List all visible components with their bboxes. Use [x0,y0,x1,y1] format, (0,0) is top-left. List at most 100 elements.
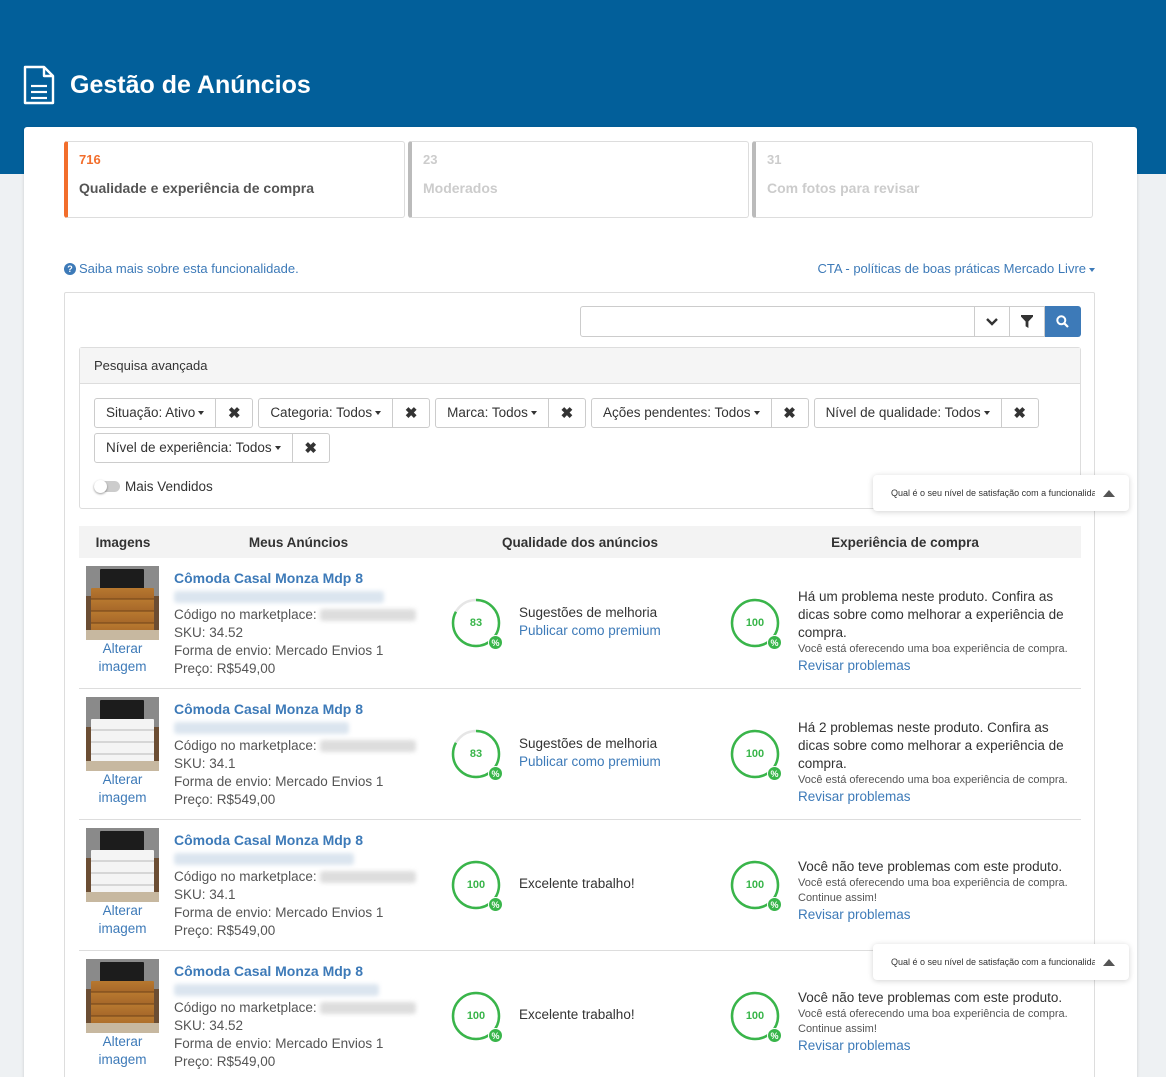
search-options-button[interactable] [975,306,1010,337]
sku: SKU: 34.1 [174,756,236,771]
col-experience: Experiência de compra [831,534,979,550]
filter-brand-dropdown[interactable]: Marca: Todos [436,399,549,427]
table-row: Alterar imagem Cômoda Casal Monza Mdp 8 … [79,558,1081,689]
satisfaction-widget[interactable]: Qual é o seu nível de satisfação com a f… [873,475,1129,511]
tab-quality-experience[interactable]: 716 Qualidade e experiência de compra [64,141,405,218]
filter-icon [1021,315,1033,328]
tab-count: 716 [79,152,101,167]
price: Preço: R$549,00 [174,1054,276,1069]
filter-experience-level-dropdown[interactable]: Nível de experiência: Todos [95,434,293,462]
filter-label: Marca: Todos [447,405,528,420]
clear-filter-icon[interactable]: ✖ [1002,399,1038,427]
filter-quality-level-dropdown[interactable]: Nível de qualidade: Todos [815,399,1002,427]
quality-title: Sugestões de melhoria [519,605,658,620]
clear-filter-icon[interactable]: ✖ [393,399,429,427]
shipping-method: Forma de envio: Mercado Envios 1 [174,774,384,789]
marketplace-code-label: Código no marketplace: [174,869,317,884]
tabs: 716 Qualidade e experiência de compra 23… [64,141,1093,218]
product-info: Cômoda Casal Monza Mdp 8 Código no marke… [174,962,417,1071]
col-listings: Meus Anúncios [248,534,349,550]
filter-status: Situação: Ativo ✖ [94,398,254,428]
filter-pending-actions: Ações pendentes: Todos ✖ [590,398,809,428]
clear-filter-icon[interactable]: ✖ [549,399,585,427]
table-row: Alterar imagem Cômoda Casal Monza Mdp 8 … [79,689,1081,820]
percent-badge-icon: % [488,1028,503,1043]
product-title-link[interactable]: Cômoda Casal Monza Mdp 8 [174,962,416,980]
experience-text: Há 2 problemas neste produto. Confira as… [798,719,1078,806]
blurred-subtitle [174,591,384,604]
product-info: Cômoda Casal Monza Mdp 8 Código no marke… [174,569,417,678]
blurred-code [320,1002,417,1015]
table-row: Alterar imagem Cômoda Casal Monza Mdp 8 … [79,820,1081,951]
blurred-subtitle [174,722,349,735]
filter-experience-level: Nível de experiência: Todos ✖ [94,433,330,463]
clear-filter-icon[interactable]: ✖ [216,399,252,427]
tab-photos-review[interactable]: 31 Com fotos para revisar [752,141,1093,218]
sku: SKU: 34.1 [174,887,236,902]
change-image-link[interactable]: Alterar imagem [86,1033,159,1069]
product-info: Cômoda Casal Monza Mdp 8 Código no marke… [174,831,417,940]
experience-text: Há um problema neste produto. Confira as… [798,588,1078,675]
tab-moderated[interactable]: 23 Moderados [408,141,749,218]
publish-premium-link[interactable]: Publicar como premium [519,622,661,640]
learn-more-text: Saiba mais sobre esta funcionalidade. [79,261,299,276]
best-sellers-toggle[interactable] [94,480,120,493]
product-title-link[interactable]: Cômoda Casal Monza Mdp 8 [174,700,416,718]
search-button[interactable] [1045,306,1081,337]
product-image[interactable] [86,828,159,902]
change-image-link[interactable]: Alterar imagem [86,902,159,938]
experience-score-gauge: 100 % [730,991,782,1043]
review-problems-link[interactable]: Revisar problemas [798,657,1078,675]
clear-filter-icon[interactable]: ✖ [772,399,808,427]
tab-count: 23 [423,152,438,167]
filter-quality-level: Nível de qualidade: Todos ✖ [813,398,1039,428]
quality-title: Excelente trabalho! [519,876,635,891]
product-title-link[interactable]: Cômoda Casal Monza Mdp 8 [174,831,416,849]
blurred-code [320,609,417,622]
sku: SKU: 34.52 [174,625,244,640]
filter-button[interactable] [1010,306,1045,337]
experience-note: Você está oferecendo uma boa experiência… [798,1008,1068,1035]
shipping-method: Forma de envio: Mercado Envios 1 [174,905,384,920]
caret-down-icon [530,411,537,416]
change-image-link[interactable]: Alterar imagem [86,771,159,807]
percent-badge-icon: % [767,897,782,912]
satisfaction-widget[interactable]: Qual é o seu nível de satisfação com a f… [873,944,1129,980]
product-title-link[interactable]: Cômoda Casal Monza Mdp 8 [174,569,416,587]
product-image[interactable] [86,697,159,771]
expand-up-icon[interactable] [1103,958,1115,966]
product-image[interactable] [86,566,159,640]
best-sellers-toggle-row: Mais Vendidos [94,479,213,494]
chevron-down-icon [986,317,998,326]
filter-status-dropdown[interactable]: Situação: Ativo [95,399,217,427]
publish-premium-link[interactable]: Publicar como premium [519,753,661,771]
cta-policies-dropdown[interactable]: CTA - políticas de boas práticas Mercado… [817,261,1095,276]
filter-pending-actions-dropdown[interactable]: Ações pendentes: Todos [592,399,772,427]
product-info: Cômoda Casal Monza Mdp 8 Código no marke… [174,700,417,809]
change-image-link[interactable]: Alterar imagem [86,640,159,676]
filter-list: Situação: Ativo ✖ Categoria: Todos ✖ Mar… [94,398,1074,463]
listings-table: Imagens Meus Anúncios Qualidade dos anún… [79,526,1081,1077]
product-image[interactable] [86,959,159,1033]
search-input[interactable] [580,306,975,337]
search-bar [580,306,1081,337]
learn-more-link[interactable]: ? Saiba mais sobre esta funcionalidade. [64,261,299,276]
review-problems-link[interactable]: Revisar problemas [798,906,1078,924]
quality-score-gauge: 83 % [451,729,503,781]
review-problems-link[interactable]: Revisar problemas [798,788,1078,806]
caret-down-icon [375,411,382,416]
experience-note: Você está oferecendo uma boa experiência… [798,877,1068,904]
quality-score-gauge: 100 % [451,860,503,912]
review-problems-link[interactable]: Revisar problemas [798,1037,1078,1055]
blurred-code [320,740,417,753]
filter-label: Situação: Ativo [106,405,196,420]
experience-title: Há 2 problemas neste produto. Confira as… [798,720,1064,771]
clear-filter-icon[interactable]: ✖ [293,434,329,462]
expand-up-icon[interactable] [1103,489,1115,497]
experience-text: Você não teve problemas com este produto… [798,858,1078,924]
filter-category-dropdown[interactable]: Categoria: Todos [259,399,394,427]
main-card: 716 Qualidade e experiência de compra 23… [24,127,1137,1077]
tab-count: 31 [767,152,782,167]
percent-badge-icon: % [767,766,782,781]
filter-category: Categoria: Todos ✖ [258,398,431,428]
